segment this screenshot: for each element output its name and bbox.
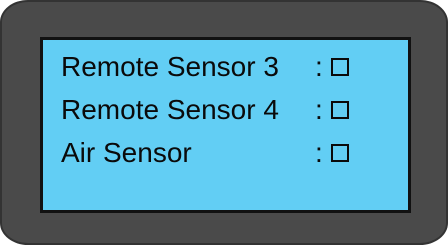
sensor-separator: : [315, 94, 323, 125]
sensor-row-remote-3: Remote Sensor 3 : [61, 49, 349, 85]
sensor-separator: : [315, 51, 323, 82]
sensor-label: Remote Sensor 3 [61, 51, 279, 82]
sensor-checkbox[interactable] [331, 58, 349, 76]
sensor-row-remote-4: Remote Sensor 4 : [61, 92, 349, 128]
sensor-row-air: Air Sensor : [61, 135, 349, 171]
sensor-checkbox[interactable] [331, 101, 349, 119]
sensor-separator: : [315, 137, 323, 168]
sensor-label: Remote Sensor 4 [61, 94, 279, 125]
lcd-screen: Remote Sensor 3 : Remote Sensor 4 : Air … [40, 37, 411, 213]
sensor-checkbox[interactable] [331, 144, 349, 162]
sensor-label: Air Sensor [61, 137, 192, 168]
device-bezel: Remote Sensor 3 : Remote Sensor 4 : Air … [0, 0, 448, 245]
